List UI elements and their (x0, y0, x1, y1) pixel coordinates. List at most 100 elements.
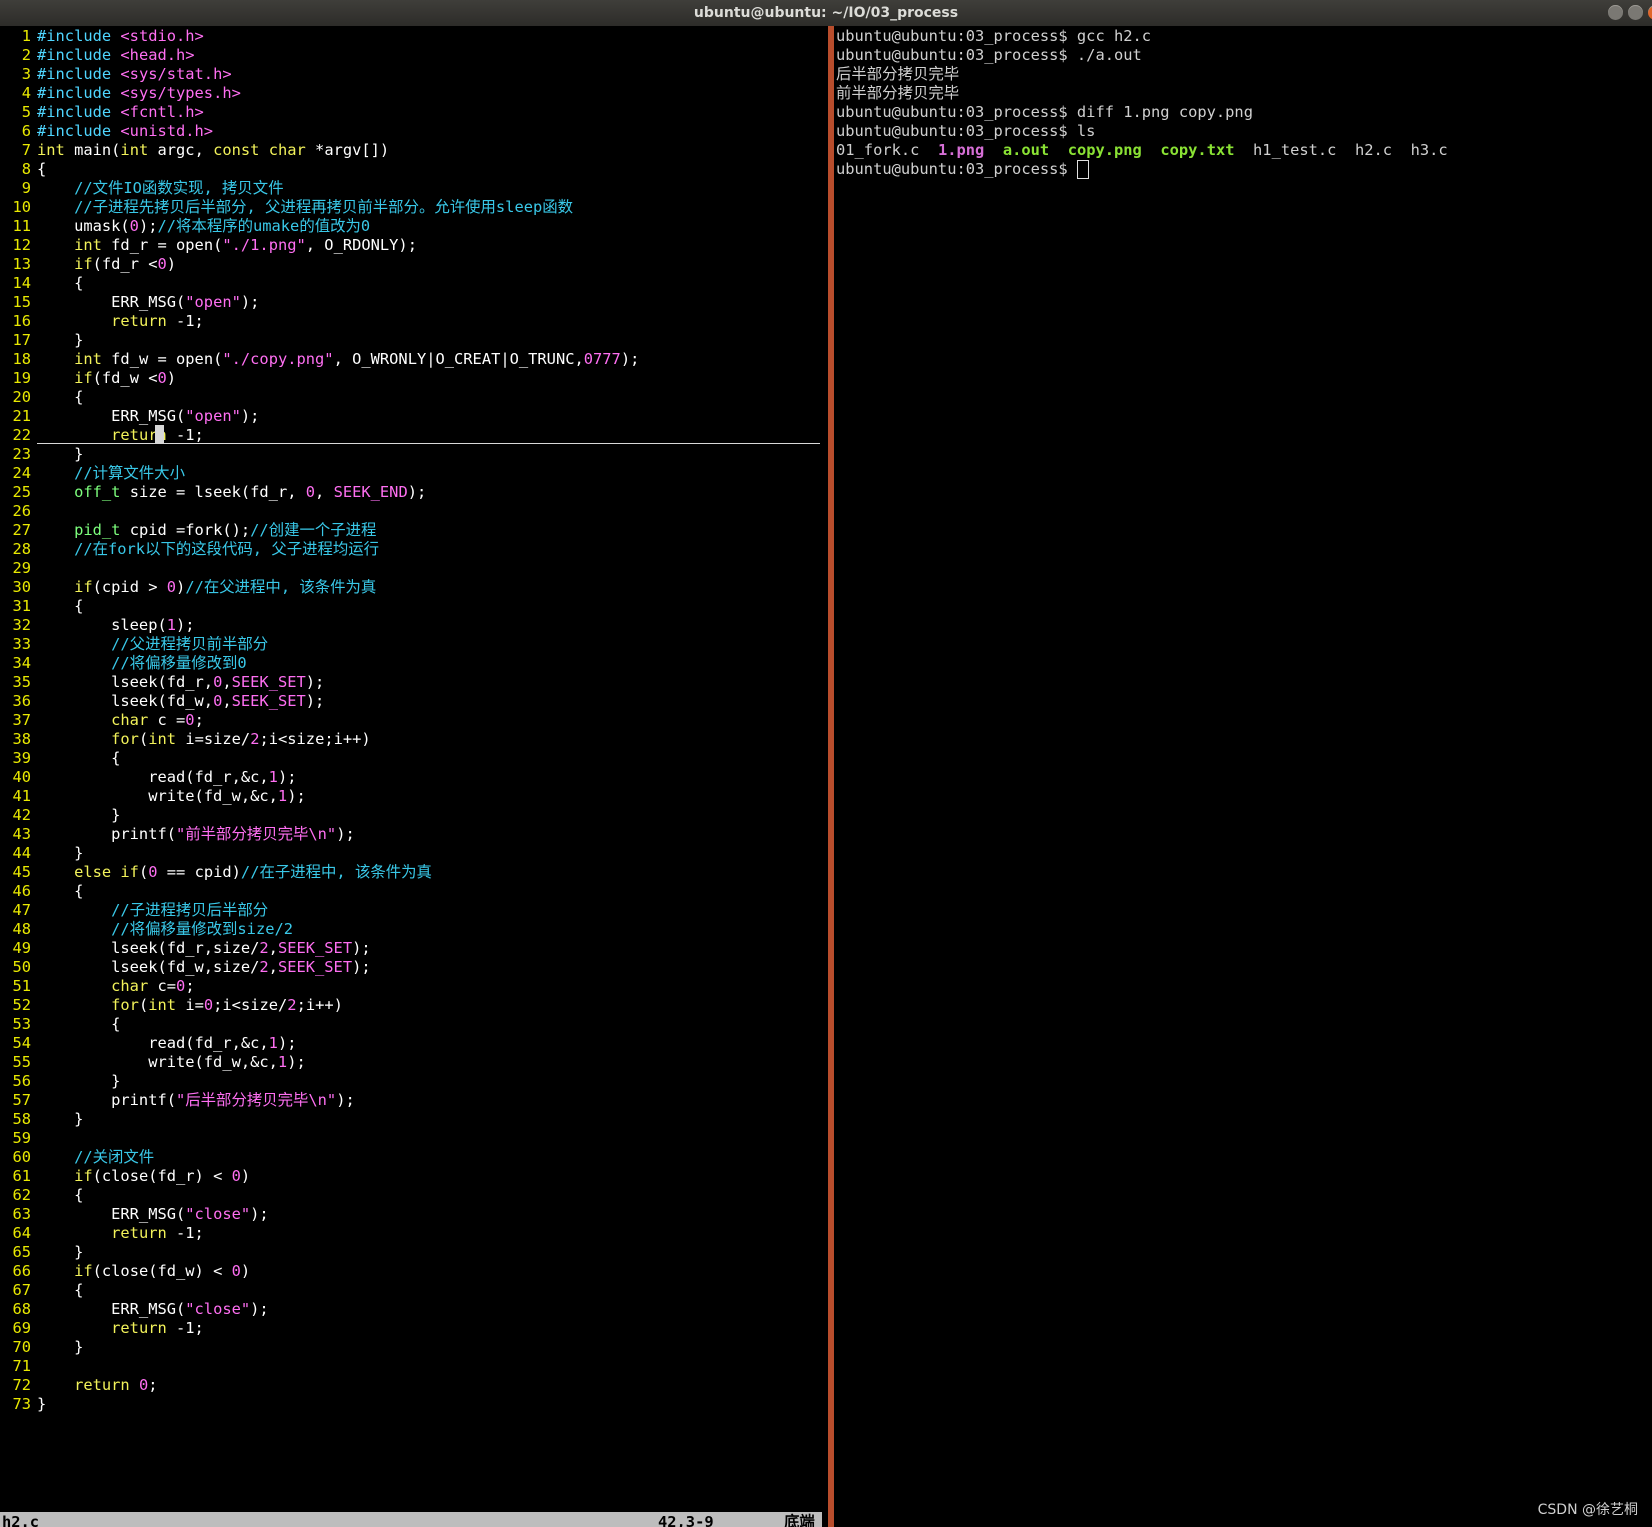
line-code: int fd_w = open("./copy.png", O_WRONLY|O… (37, 349, 639, 369)
line-code: write(fd_w,&c,1); (37, 1052, 306, 1072)
code-token: ); (240, 407, 260, 425)
terminal-line: ubuntu@ubuntu:03_process$ gcc h2.c (836, 27, 1152, 45)
maximize-button[interactable] (1628, 5, 1643, 20)
vim-editor-pane[interactable]: 1 #include <stdio.h> 2 #include <head.h> 3 #i… (0, 26, 828, 1527)
line-number: 73 (12, 1395, 31, 1413)
line-number: 2 (21, 46, 31, 64)
line-code: for(int i=size/2;i<size;i++) (37, 729, 371, 749)
code-token: 0 (148, 863, 158, 881)
code-token: "./copy.png" (222, 350, 334, 368)
code-token: 0 (305, 483, 316, 501)
line-number: 9 (21, 179, 31, 197)
code-token: ); (176, 616, 195, 634)
code-token: SEEK_SET (231, 673, 306, 691)
code-token: char (111, 977, 149, 995)
line-number: 54 (12, 1034, 31, 1052)
code-token: -1; (166, 312, 204, 330)
window-titlebar[interactable]: ubuntu@ubuntu: ~/IO/03_process (0, 0, 1652, 26)
code-token: cpid =fork(); (120, 521, 251, 539)
code-token: //计算文件大小 (74, 464, 185, 482)
line-number: 28 (12, 540, 31, 558)
code-token: umask( (37, 217, 130, 235)
line-number: 49 (12, 939, 31, 957)
code-token: int (74, 236, 102, 254)
code-token: 1 (268, 768, 278, 786)
line-number: 11 (12, 217, 31, 235)
line-code: if(fd_r <0) (37, 254, 176, 274)
code-token: { (37, 1015, 121, 1033)
code-token: "close" (185, 1300, 251, 1318)
line-code: } (37, 1394, 46, 1414)
code-token: ;i<size;i++) (259, 730, 371, 748)
line-code: } (37, 1109, 83, 1129)
code-token: { (37, 1281, 84, 1299)
code-token: if (74, 578, 93, 596)
code-token: 0 (138, 1376, 149, 1394)
line-code: printf("后半部分拷贝完毕\n"); (37, 1090, 355, 1110)
watermark: CSDN @徐艺桐 (1537, 1502, 1638, 1518)
code-token: { (37, 749, 121, 767)
code-token: off_t (74, 483, 121, 501)
line-code: { (37, 273, 83, 293)
line-code: lseek(fd_r,size/2,SEEK_SET); (37, 938, 371, 958)
close-button[interactable] (1648, 5, 1652, 20)
code-token: for (111, 996, 139, 1014)
terminal-line: ubuntu@ubuntu:03_process$ ./a.out (836, 46, 1142, 64)
code-token: SEEK_SET (231, 692, 306, 710)
code-token: "close" (185, 1205, 251, 1223)
line-code: { (37, 159, 46, 179)
line-code: #include <head.h> (37, 45, 195, 65)
line-code: return -1; (37, 1223, 204, 1243)
code-token: #include (37, 103, 121, 121)
line-code: #include <sys/stat.h> (37, 64, 232, 84)
code-token: "./1.png" (222, 236, 306, 254)
code-token: } (37, 844, 84, 862)
code-token: 0 (185, 711, 195, 729)
code-token: } (37, 1338, 84, 1356)
terminal-pane[interactable]: ubuntu@ubuntu:03_process$ gcc h2.c ubuntu… (836, 26, 1652, 1527)
code-token: (fd_r < (92, 255, 158, 273)
code-token: const char (213, 141, 306, 159)
line-number: 55 (12, 1053, 31, 1071)
line-code: printf("前半部分拷贝完毕\n"); (37, 824, 355, 844)
line-code: ERR_MSG("close"); (37, 1204, 269, 1224)
line-code: } (37, 330, 83, 350)
code-token: <unistd.h> (120, 122, 214, 140)
code-token: <sys/stat.h> (120, 65, 232, 83)
ls-file-entry: copy.png (1067, 141, 1161, 159)
code-token: read(fd_r,&c, (37, 1034, 269, 1052)
line-code: ERR_MSG("open"); (37, 406, 259, 426)
line-number: 40 (12, 768, 31, 786)
code-token: <fcntl.h> (120, 103, 204, 121)
line-code: #include <unistd.h> (37, 121, 213, 141)
line-number: 53 (12, 1015, 31, 1033)
code-token: "open" (185, 293, 241, 311)
line-code: //父进程拷贝前半部分 (37, 634, 268, 654)
line-number: 20 (12, 388, 31, 406)
code-token: //父进程拷贝前半部分 (111, 635, 269, 653)
code-token: (fd_w < (92, 369, 158, 387)
code-token: , (222, 692, 232, 710)
text-cursor (155, 425, 164, 443)
code-token: int (120, 141, 149, 159)
line-code: return -1; (37, 425, 204, 445)
terminal-prompt-line[interactable]: ubuntu@ubuntu:03_process$ (836, 159, 1089, 179)
line-code: if(close(fd_w) < 0) (37, 1261, 250, 1281)
code-token: "open" (185, 407, 241, 425)
pane-divider[interactable] (828, 26, 834, 1527)
code-token: int (37, 141, 65, 159)
line-number: 7 (21, 141, 31, 159)
line-code: { (37, 596, 83, 616)
code-token: SEEK_SET (277, 939, 353, 957)
line-number: 59 (12, 1129, 31, 1147)
line-code: lseek(fd_r,0,SEEK_SET); (37, 672, 324, 692)
minimize-button[interactable] (1608, 5, 1623, 20)
code-token: //创建一个子进程 (250, 521, 377, 539)
line-code: sleep(1); (37, 615, 195, 635)
